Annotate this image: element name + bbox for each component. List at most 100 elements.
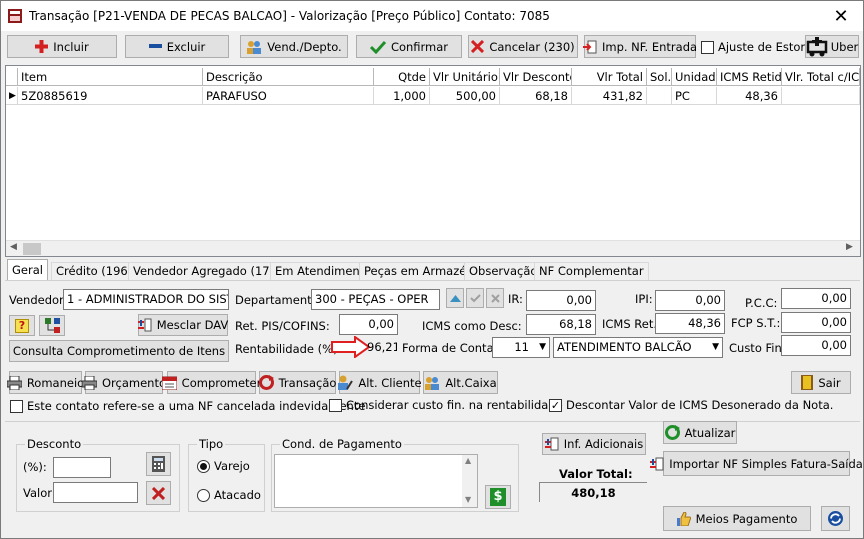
cell-qtde[interactable]: 1,000 [374, 87, 430, 105]
cell-unidade[interactable]: PC [672, 87, 717, 105]
nf-cancelada-box[interactable] [10, 399, 23, 413]
col-header-sol[interactable]: Sol. [647, 68, 672, 86]
cancelar-button[interactable]: Cancelar (230) [468, 35, 578, 58]
tab-credito[interactable]: Crédito (196) [51, 262, 138, 280]
clear-icon[interactable] [146, 481, 171, 505]
check-small-icon[interactable] [466, 288, 484, 308]
confirmar-button[interactable]: Confirmar [356, 35, 462, 58]
atacado-radio-dot[interactable] [197, 488, 210, 502]
col-header-vlr-total[interactable]: Vlr Total [572, 68, 647, 86]
icms-desc-input[interactable]: 68,18 [526, 314, 596, 335]
desconto-valor-label: Valor: [23, 486, 56, 500]
sync-icon[interactable] [821, 506, 850, 531]
transacao-button[interactable]: Transação [258, 371, 336, 394]
ajuste-estorno-box[interactable] [701, 40, 714, 54]
custo-fin-box[interactable] [329, 398, 342, 412]
desconto-valor-input[interactable] [53, 482, 138, 503]
col-header-item[interactable]: Item [18, 68, 203, 86]
incluir-button[interactable]: Incluir [7, 35, 117, 58]
varejo-radio[interactable]: Varejo [197, 459, 250, 473]
col-header-icms-retido[interactable]: ICMS Retido [717, 68, 782, 86]
x-small-icon[interactable] [486, 288, 504, 308]
tab-observacao[interactable]: Observação [464, 262, 543, 280]
tipo-title: Tipo [197, 437, 226, 451]
meios-pagamento-button[interactable]: Meios Pagamento [663, 506, 811, 531]
alt-cliente-button[interactable]: Alt. Cliente [338, 371, 422, 394]
forma-contato-select[interactable]: ATENDIMENTO BALCÃO ▼ [553, 337, 723, 358]
rentabilidade-input[interactable]: 96,21 [363, 337, 398, 358]
cell-vlr-total-icms[interactable] [782, 87, 860, 105]
dollar-icon[interactable]: $ [485, 485, 511, 509]
alt-caixa-button[interactable]: Alt.Caixa [423, 371, 498, 394]
cell-vlr-unitario[interactable]: 500,00 [430, 87, 500, 105]
desconto-pct-input[interactable] [53, 457, 111, 478]
tab-nf-complementar[interactable]: NF Complementar [534, 262, 649, 280]
calculator-icon[interactable] [146, 452, 171, 476]
imp-nf-entrada-button[interactable]: Imp. NF. Entrada [582, 35, 697, 58]
importar-nf-button[interactable]: Importar NF Simples Fatura-Saída [650, 451, 863, 476]
col-header-descricao[interactable]: Descrição [203, 68, 374, 86]
mesclar-dav-label: Mesclar DAV [156, 318, 229, 332]
custo-fin-input[interactable]: 0,00 [781, 335, 851, 356]
help-icon[interactable]: ? [9, 315, 35, 336]
scroll-left-icon[interactable]: ◀ [10, 242, 17, 252]
uber-button[interactable]: Uber [805, 35, 859, 58]
col-header-vlr-total-icms[interactable]: Vlr. Total c/ICMS [782, 68, 860, 86]
tree-icon[interactable] [39, 315, 65, 336]
inf-adicionais-label: Inf. Adicionais [563, 437, 644, 451]
col-header-qtde[interactable]: Qtde [374, 68, 430, 86]
textarea-scrollbar[interactable]: ▲ ▼ [462, 455, 477, 507]
comprometer-button[interactable]: Comprometer [161, 371, 261, 394]
icms-desonerado-checkbox[interactable]: ✓ Descontar Valor de ICMS Desonerado da … [549, 398, 833, 412]
vendedor-input[interactable]: 1 - ADMINISTRADOR DO SISTEMA [63, 289, 229, 310]
users-icon [425, 376, 440, 390]
title-bar: Transação [P21-VENDA DE PECAS BALCAO] - … [1, 1, 863, 31]
window-title: Transação [P21-VENDA DE PECAS BALCAO] - … [29, 9, 550, 23]
ipi-input[interactable]: 0,00 [655, 290, 725, 311]
mesclar-dav-button[interactable]: Mesclar DAV [137, 314, 229, 336]
tab-vendedor-agregado[interactable]: Vendedor Agregado (170) [128, 262, 287, 280]
up-icon[interactable] [446, 288, 464, 308]
inf-adicionais-button[interactable]: Inf. Adicionais [542, 433, 646, 455]
horizontal-scrollbar[interactable]: ◀ ▶ [6, 240, 860, 256]
forma-contato-code-select[interactable]: 11 ▼ [492, 337, 550, 358]
items-grid[interactable]: Item Descrição Qtde Vlr Unitário Vlr Des… [5, 65, 861, 257]
cell-vlr-desconto[interactable]: 68,18 [500, 87, 572, 105]
ret-pis-input[interactable]: 0,00 [339, 314, 398, 335]
excluir-button[interactable]: Excluir [125, 35, 229, 58]
cond-pagamento-textarea[interactable]: ▲ ▼ [274, 454, 478, 508]
cell-item[interactable]: 5Z0885619 [18, 87, 203, 105]
cell-sol[interactable] [647, 87, 672, 105]
orcamento-button[interactable]: Orçamento [82, 371, 166, 394]
sair-button[interactable]: Sair [791, 371, 851, 394]
cell-icms-retido[interactable]: 48,36 [717, 87, 782, 105]
cell-descricao[interactable]: PARAFUSO [203, 87, 374, 105]
departamento-input[interactable]: 300 - PEÇAS - OPER [311, 289, 440, 310]
atualizar-button[interactable]: Atualizar [663, 421, 737, 444]
ir-input[interactable]: 0,00 [526, 290, 596, 311]
consulta-comprometimento-button[interactable]: Consulta Comprometimento de Itens [9, 340, 229, 362]
scroll-right-icon[interactable]: ▶ [846, 242, 853, 252]
cell-vlr-total[interactable]: 431,82 [572, 87, 647, 105]
col-header-vlr-desconto[interactable]: Vlr Desconto [500, 68, 572, 86]
scrollbar-thumb[interactable] [23, 243, 41, 255]
col-header-vlr-unitario[interactable]: Vlr Unitário [430, 68, 500, 86]
pcc-input[interactable]: 0,00 [781, 288, 851, 309]
custo-fin-checkbox[interactable]: Considerar custo fin. na rentabilidade [329, 398, 563, 412]
col-header-unidade[interactable]: Unidade [672, 68, 717, 86]
varejo-radio-dot[interactable] [197, 459, 210, 473]
check-icon [369, 40, 386, 54]
nf-cancelada-checkbox[interactable]: Este contato refere-se a uma NF cancelad… [10, 399, 365, 413]
fcp-input[interactable]: 0,00 [781, 312, 851, 333]
romaneio-button[interactable]: Romaneio [6, 371, 84, 394]
icms-desonerado-box[interactable]: ✓ [549, 398, 562, 412]
close-icon[interactable]: ✕ [819, 1, 863, 31]
chevron-down-icon: ▼ [539, 342, 546, 352]
nf-cancelada-label: Este contato refere-se a uma NF cancelad… [27, 399, 366, 413]
icms-desonerado-label: Descontar Valor de ICMS Desonerado da No… [566, 398, 834, 412]
ajuste-estorno-checkbox[interactable]: Ajuste de Estorno [701, 40, 819, 54]
icms-ret-input[interactable]: 48,36 [655, 313, 725, 334]
atacado-radio[interactable]: Atacado [197, 488, 261, 502]
tab-geral[interactable]: Geral [7, 259, 48, 281]
vend-depto-button[interactable]: Vend./Depto. [240, 35, 348, 58]
